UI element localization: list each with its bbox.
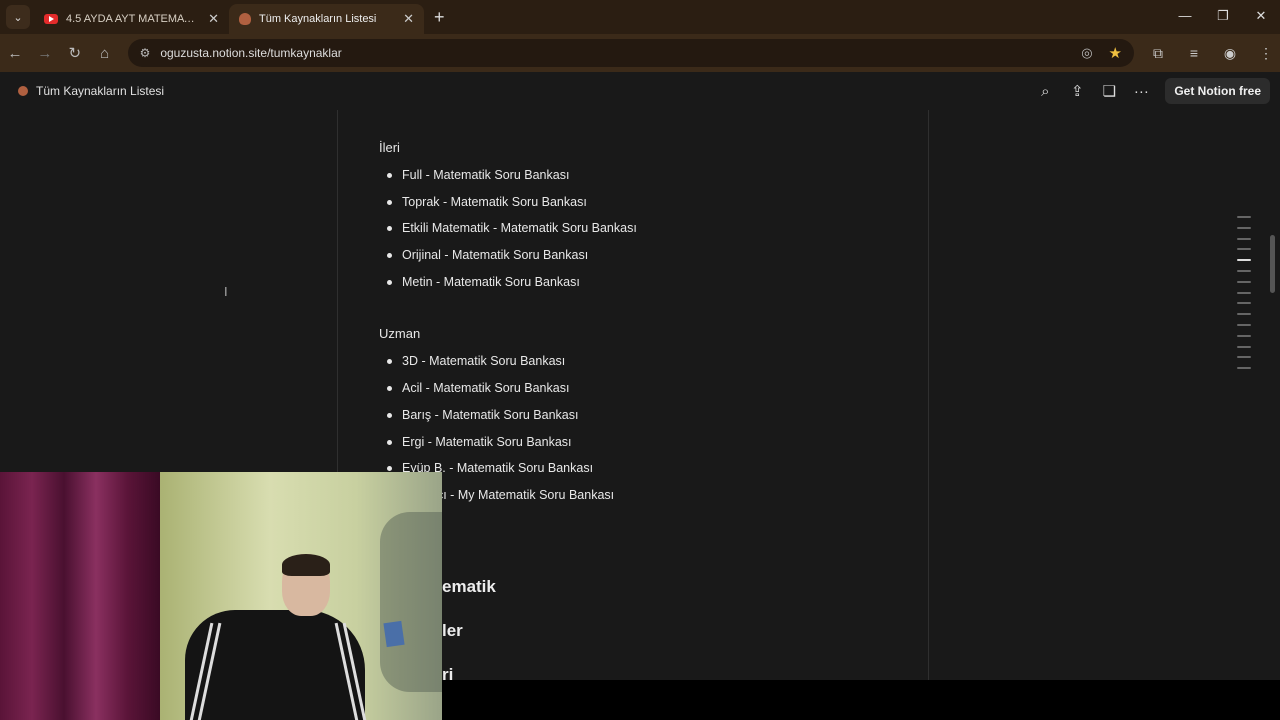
- list-item: Orijinal - Matematik Soru Bankası: [379, 245, 919, 272]
- notion-topbar: Tüm Kaynakların Listesi ⌕ ⇪ ❏ ··· Get No…: [0, 72, 1280, 110]
- home-button[interactable]: ⌂: [90, 45, 120, 62]
- tab-title: Tüm Kaynakların Listesi: [259, 13, 377, 25]
- list-item: Full - Matematik Soru Bankası: [379, 165, 919, 192]
- bullet-list: Full - Matematik Soru Bankası Toprak - M…: [379, 165, 919, 298]
- reload-button[interactable]: ↻: [60, 44, 90, 62]
- scrollbar[interactable]: [1270, 235, 1275, 293]
- bookmark-star-icon[interactable]: ★: [1109, 44, 1122, 62]
- column-divider: [928, 110, 929, 680]
- page-emoji-icon: [18, 86, 28, 96]
- document-body: İleri Full - Matematik Soru Bankası Topr…: [379, 138, 919, 512]
- curtain: [0, 472, 160, 720]
- list-item: Toprak - Matematik Soru Bankası: [379, 192, 919, 219]
- restore-button[interactable]: ❐: [1204, 0, 1242, 34]
- list-item: fa Yağcı - My Matematik Soru Bankası: [379, 485, 919, 512]
- url-text[interactable]: oguzusta.notion.site/tumkaynaklar: [160, 46, 1081, 60]
- tab-search-button[interactable]: ⌄: [6, 5, 30, 29]
- close-icon[interactable]: ✕: [403, 11, 414, 27]
- get-notion-button[interactable]: Get Notion free: [1165, 78, 1270, 104]
- section-title: İleri: [379, 140, 400, 155]
- more-icon[interactable]: ···: [1125, 83, 1157, 100]
- address-toolbar: ← → ↻ ⌂ ⚙ oguzusta.notion.site/tumkaynak…: [0, 34, 1280, 72]
- tab-youtube[interactable]: 4.5 AYDA AYT MATEMATİĞİ BİTİ ✕: [34, 4, 229, 34]
- menu-icon[interactable]: ⋮: [1252, 45, 1280, 62]
- table-of-contents-minimap[interactable]: [1237, 216, 1251, 378]
- list-item: Metin - Matematik Soru Bankası: [379, 272, 919, 299]
- close-window-button[interactable]: ✕: [1242, 0, 1280, 34]
- text-cursor-icon: I: [224, 284, 228, 299]
- tab-title: 4.5 AYDA AYT MATEMATİĞİ BİTİ: [66, 13, 201, 25]
- duplicate-icon[interactable]: ❏: [1093, 82, 1125, 100]
- search-icon[interactable]: ⌕: [1029, 83, 1061, 100]
- list-item: 3D - Matematik Soru Bankası: [379, 351, 919, 378]
- minimize-button[interactable]: —: [1166, 0, 1204, 34]
- webcam-overlay: [0, 472, 442, 720]
- eye-off-icon[interactable]: ◎: [1081, 45, 1092, 61]
- extensions-icon[interactable]: ⧉: [1144, 45, 1172, 62]
- list-item: Acil - Matematik Soru Bankası: [379, 378, 919, 405]
- reading-list-icon[interactable]: ≡: [1180, 45, 1208, 62]
- section-title: Uzman: [379, 326, 421, 342]
- profile-avatar[interactable]: ◉: [1216, 45, 1244, 62]
- window-controls: — ❐ ✕: [1166, 0, 1280, 34]
- heading: ler: [442, 621, 463, 640]
- bullet-list: 3D - Matematik Soru Bankası Acil - Matem…: [379, 351, 919, 511]
- back-button[interactable]: ←: [0, 45, 30, 62]
- site-settings-icon[interactable]: ⚙: [140, 46, 151, 60]
- list-item: Etkili Matematik - Matematik Soru Bankas…: [379, 218, 919, 245]
- forward-button[interactable]: →: [30, 45, 60, 62]
- tab-notion[interactable]: Tüm Kaynakların Listesi ✕: [229, 4, 424, 34]
- youtube-icon: [44, 14, 58, 24]
- heading: ematik: [442, 577, 496, 596]
- address-bar[interactable]: ⚙ oguzusta.notion.site/tumkaynaklar ◎ ★: [127, 39, 1134, 67]
- new-tab-button[interactable]: +: [434, 7, 445, 28]
- list-item: Barış - Matematik Soru Bankası: [379, 405, 919, 432]
- share-icon[interactable]: ⇪: [1061, 82, 1093, 100]
- list-item: Eyüp B. - Matematik Soru Bankası: [379, 458, 919, 485]
- close-icon[interactable]: ✕: [208, 11, 219, 27]
- tab-strip: ⌄ 4.5 AYDA AYT MATEMATİĞİ BİTİ ✕ Tüm Kay…: [0, 0, 1280, 34]
- notion-page-icon: [239, 13, 251, 25]
- heading: ri: [442, 665, 454, 680]
- list-item: Ergi - Matematik Soru Bankası: [379, 432, 919, 459]
- page-title[interactable]: Tüm Kaynakların Listesi: [36, 84, 1029, 98]
